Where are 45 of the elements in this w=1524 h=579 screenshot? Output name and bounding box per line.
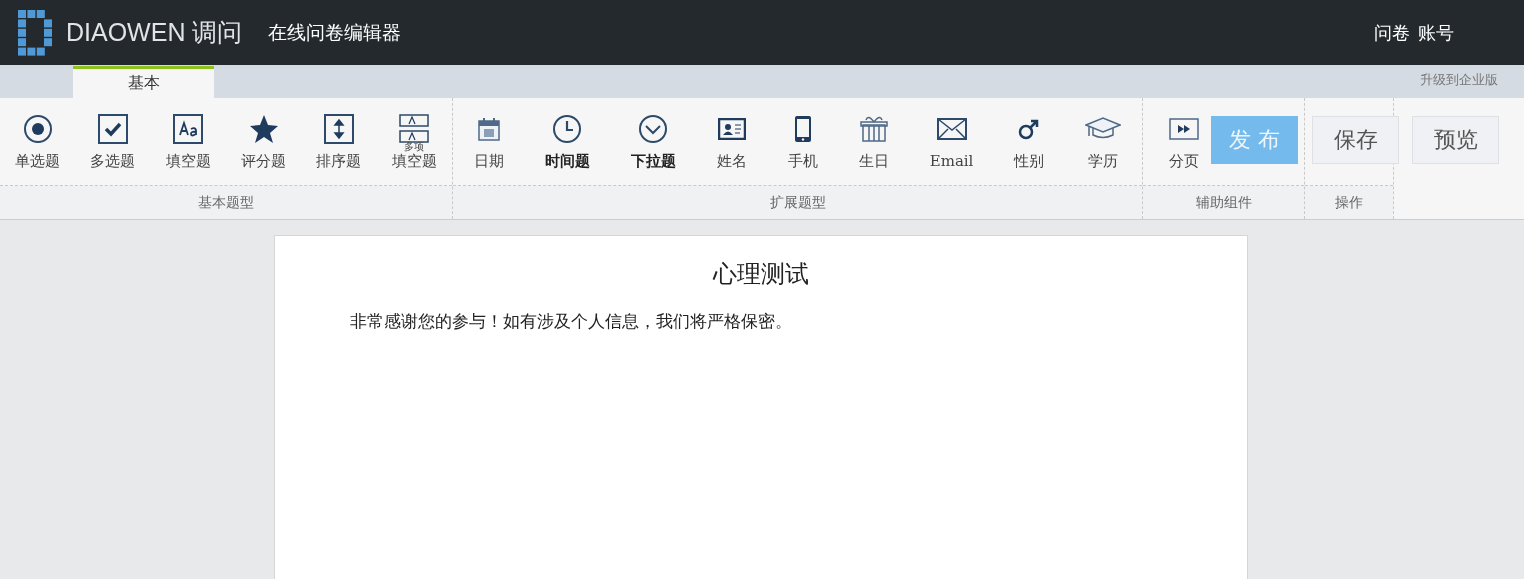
calendar-icon bbox=[477, 116, 500, 141]
group-label: 辅助组件 bbox=[1143, 186, 1304, 219]
group-label: 操作 bbox=[1305, 186, 1393, 219]
clock-icon bbox=[552, 113, 583, 144]
app-title: 在线问卷编辑器 bbox=[268, 19, 402, 45]
logo-icon bbox=[18, 9, 54, 56]
tool-button[interactable]: 单选题 bbox=[11, 112, 65, 171]
tool-button[interactable]: 排序题 bbox=[312, 112, 366, 171]
group-label: 扩展题型 bbox=[453, 186, 1142, 219]
gift-icon bbox=[859, 114, 888, 143]
tool-button[interactable]: 生日 bbox=[854, 112, 893, 171]
tool-button[interactable]: 多项 填空题 bbox=[387, 112, 441, 171]
tool-button[interactable]: 多选题 bbox=[86, 112, 140, 171]
tool-button[interactable]: 评分题 bbox=[237, 112, 291, 171]
tool-button[interactable]: 性别 bbox=[1010, 112, 1049, 171]
action-button[interactable]: 预览 bbox=[1412, 116, 1499, 164]
tool-button[interactable]: 姓名 bbox=[712, 112, 751, 171]
multi-field-icon bbox=[399, 113, 430, 144]
id-card-icon bbox=[717, 117, 746, 140]
tool-button[interactable]: Email bbox=[925, 113, 978, 170]
radio-icon bbox=[22, 113, 53, 144]
tool-button[interactable]: 分页 bbox=[1165, 112, 1203, 171]
phone-icon bbox=[793, 114, 812, 143]
text-field-icon bbox=[173, 113, 204, 144]
tool-button[interactable]: 学历 bbox=[1081, 112, 1126, 171]
tool-button[interactable]: 时间题 bbox=[540, 112, 594, 171]
chevron-icon bbox=[638, 113, 669, 144]
fast-forward-icon bbox=[1169, 117, 1199, 140]
tool-button[interactable]: 下拉题 bbox=[626, 112, 680, 171]
group-label: 基本题型 bbox=[0, 186, 452, 219]
tool-button[interactable]: 手机 bbox=[783, 112, 822, 171]
male-symbol-icon bbox=[1018, 117, 1041, 140]
sort-icon bbox=[323, 113, 354, 144]
survey-title: 心理测试 bbox=[711, 259, 810, 290]
envelope-icon bbox=[936, 118, 967, 140]
tab[interactable]: 基本 bbox=[73, 66, 214, 98]
checkbox-icon bbox=[98, 113, 128, 144]
logo-text: DIAOWEN 调问 bbox=[66, 17, 243, 48]
star-icon bbox=[248, 113, 279, 144]
tool-button[interactable]: 填空题 bbox=[161, 112, 215, 171]
header-link[interactable]: 问卷 bbox=[1374, 20, 1410, 45]
action-button[interactable]: 保存 bbox=[1312, 116, 1399, 164]
survey-intro: 非常感谢您的参与！如有涉及个人信息，我们将严格保密。 bbox=[349, 310, 793, 333]
tool-button[interactable]: 日期 bbox=[469, 112, 508, 171]
header-link[interactable]: 账号 bbox=[1418, 20, 1454, 45]
